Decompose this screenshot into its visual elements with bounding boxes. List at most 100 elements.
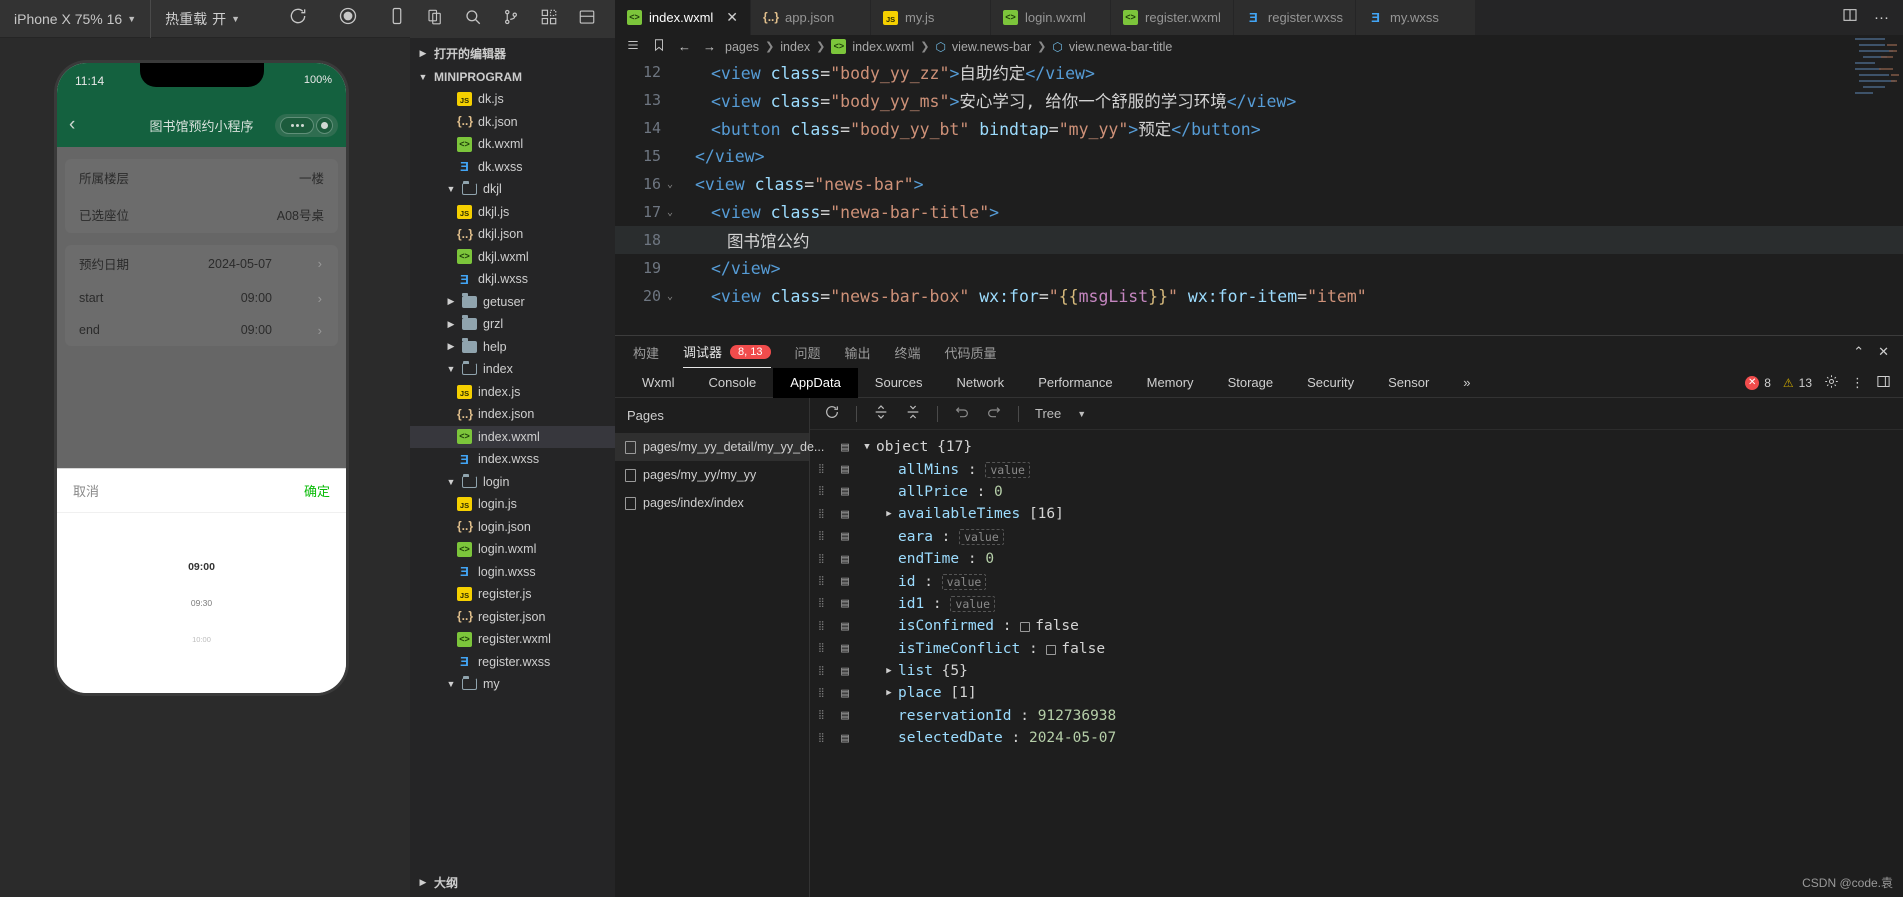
drag-handle[interactable]: ⣿ xyxy=(810,465,832,474)
extensions-icon[interactable] xyxy=(530,8,568,31)
tree-folder[interactable]: ▶ grzl xyxy=(410,313,615,336)
back-arrow-icon[interactable]: ← xyxy=(678,39,691,54)
appdata-row[interactable]: ⣿ ▤ selectedDate : 2024-05-07 xyxy=(810,727,1903,749)
panel-tab-3[interactable]: 输出 xyxy=(845,337,871,368)
device-selector[interactable]: iPhone X 75% 16 ▼ xyxy=(0,0,152,38)
record-icon[interactable] xyxy=(338,6,358,31)
bookmark-icon[interactable]: ▤ xyxy=(832,440,858,455)
outline-section[interactable]: ▶ 大纲 xyxy=(410,868,615,897)
tree-folder[interactable]: ▼ my xyxy=(410,673,615,696)
picker-option[interactable]: 10:00 xyxy=(57,635,346,644)
fold-toggle-icon[interactable]: ⌄ xyxy=(661,207,679,218)
tree-file[interactable]: <> register.wxml xyxy=(410,628,615,651)
devtools-tab-performance[interactable]: Performance xyxy=(1021,368,1129,398)
tree-folder[interactable]: ▼ login xyxy=(410,471,615,494)
editor-tab-login-wxml[interactable]: <> login.wxml xyxy=(991,0,1112,35)
code-line[interactable]: 19 </view> xyxy=(615,254,1903,282)
drag-handle[interactable]: ⣿ xyxy=(810,509,832,518)
chevron-right-icon[interactable]: ▶ xyxy=(880,688,898,698)
appdata-row[interactable]: ⣿ ▤ allMins : value xyxy=(810,458,1903,480)
appdata-value[interactable]: 0 xyxy=(985,551,994,567)
tree-file[interactable]: {..} login.json xyxy=(410,516,615,539)
appdata-tree[interactable]: ▤ ▼ object {17} ⣿ ▤ allMins : value ⣿ ▤ allPrice… xyxy=(810,430,1903,749)
tree-folder[interactable]: ▼ dkjl xyxy=(410,178,615,201)
devtools-tab-sources[interactable]: Sources xyxy=(858,368,940,398)
open-editors-section[interactable]: ▶ 打开的编辑器 xyxy=(410,41,615,66)
breadcrumb-item-file[interactable]: index.wxml xyxy=(852,40,914,54)
appdata-row[interactable]: ⣿ ▤ id1 : value xyxy=(810,593,1903,615)
drag-handle[interactable]: ⣿ xyxy=(810,621,832,630)
gear-icon[interactable] xyxy=(1824,374,1839,392)
split-editor-icon[interactable] xyxy=(1842,7,1858,28)
tree-file[interactable]: {..} dkjl.json xyxy=(410,223,615,246)
drag-handle[interactable]: ⣿ xyxy=(810,487,832,496)
drag-handle[interactable]: ⣿ xyxy=(810,644,832,653)
redo-icon[interactable] xyxy=(986,404,1002,423)
appdata-value[interactable]: {17} xyxy=(937,439,972,455)
devtools-tab-sensor[interactable]: Sensor xyxy=(1371,368,1446,398)
bookmark-icon[interactable]: ▤ xyxy=(832,708,858,723)
chevron-down-icon[interactable]: ▼ xyxy=(446,364,456,374)
bookmark-icon[interactable] xyxy=(652,38,666,55)
refresh-icon[interactable] xyxy=(824,404,840,423)
chevron-down-icon[interactable]: ▼ xyxy=(446,477,456,487)
devtools-tab-security[interactable]: Security xyxy=(1290,368,1371,398)
checkbox[interactable] xyxy=(1046,644,1057,655)
device-icon[interactable] xyxy=(388,6,406,31)
tree-file[interactable]: JS login.js xyxy=(410,493,615,516)
tree-file[interactable]: JS register.js xyxy=(410,583,615,606)
kebab-icon[interactable]: ⋮ xyxy=(1851,375,1864,391)
breadcrumb-item-symbol-title[interactable]: view.newa-bar-title xyxy=(1069,40,1173,54)
code-line[interactable]: 16 ⌄ <view class="news-bar"> xyxy=(615,170,1903,198)
chevron-right-icon[interactable]: » xyxy=(1446,368,1487,398)
appdata-value[interactable]: value xyxy=(941,573,987,590)
project-section[interactable]: ▼ MINIPROGRAM xyxy=(410,66,615,88)
drag-handle[interactable]: ⣿ xyxy=(810,733,832,742)
bookmark-icon[interactable]: ▤ xyxy=(832,484,858,499)
bookmark-icon[interactable]: ▤ xyxy=(832,596,858,611)
appdata-value[interactable]: {5} xyxy=(942,663,968,679)
dock-icon[interactable] xyxy=(1876,374,1891,392)
editor-tab-my-wxss[interactable]: Ǝmy.wxss xyxy=(1356,0,1477,35)
fold-toggle-icon[interactable]: ⌄ xyxy=(661,291,679,302)
appdata-row[interactable]: ⣿ ▤ ▶ list {5} xyxy=(810,660,1903,682)
devtools-tab-memory[interactable]: Memory xyxy=(1130,368,1211,398)
code-line[interactable]: 18 图书馆公约 xyxy=(615,226,1903,254)
appdata-row[interactable]: ⣿ ▤ reservationId : 912736938 xyxy=(810,705,1903,727)
tree-file[interactable]: <> dk.wxml xyxy=(410,133,615,156)
drag-handle[interactable]: ⣿ xyxy=(810,711,832,720)
end-time-row[interactable]: end 09:00 › xyxy=(65,314,338,346)
list-item[interactable]: pages/index/index xyxy=(615,489,809,517)
tree-file[interactable]: Ǝregister.wxss xyxy=(410,651,615,674)
chevron-down-icon[interactable]: ▼ xyxy=(1077,409,1086,419)
list-item[interactable]: pages/my_yy/my_yy xyxy=(615,461,809,489)
devtools-tab-storage[interactable]: Storage xyxy=(1211,368,1291,398)
close-icon[interactable]: ✕ xyxy=(726,9,738,26)
tree-folder[interactable]: ▼ index xyxy=(410,358,615,381)
tree-folder[interactable]: ▶ help xyxy=(410,336,615,359)
date-picker-row[interactable]: 预约日期 2024-05-07 › xyxy=(65,245,338,282)
editor-tab-register-wxss[interactable]: Ǝregister.wxss xyxy=(1233,0,1357,35)
drag-handle[interactable]: ⣿ xyxy=(810,666,832,675)
appdata-value[interactable]: value xyxy=(959,528,1004,545)
warning-count[interactable]: ⚠ 13 xyxy=(1783,376,1812,390)
drag-handle[interactable]: ⣿ xyxy=(810,532,832,541)
bookmark-icon[interactable]: ▤ xyxy=(832,529,858,544)
chevron-left-icon[interactable]: ‹ xyxy=(69,114,75,136)
picker-option[interactable]: 09:30 xyxy=(57,598,346,608)
tree-file[interactable]: <> index.wxml xyxy=(410,425,615,448)
drag-handle[interactable]: ⣿ xyxy=(810,554,832,563)
chevron-right-icon[interactable]: ▶ xyxy=(880,509,898,519)
expand-all-icon[interactable] xyxy=(873,404,889,423)
drag-handle[interactable]: ⣿ xyxy=(810,599,832,608)
list-item[interactable]: pages/my_yy_detail/my_yy_de... xyxy=(615,433,824,461)
panel-tab-5[interactable]: 代码质量 xyxy=(945,337,997,368)
appdata-row[interactable]: ⣿ ▤ isConfirmed : false xyxy=(810,615,1903,637)
chevron-right-icon[interactable]: ▶ xyxy=(880,666,898,676)
appdata-value[interactable]: 2024-05-07 xyxy=(1029,730,1116,746)
chevron-down-icon[interactable]: ▼ xyxy=(858,442,876,452)
tree-file[interactable]: JS index.js xyxy=(410,381,615,404)
appdata-value[interactable]: [16] xyxy=(1029,506,1064,522)
chevron-right-icon[interactable]: ▶ xyxy=(446,341,456,352)
bookmark-icon[interactable]: ▤ xyxy=(832,462,858,477)
